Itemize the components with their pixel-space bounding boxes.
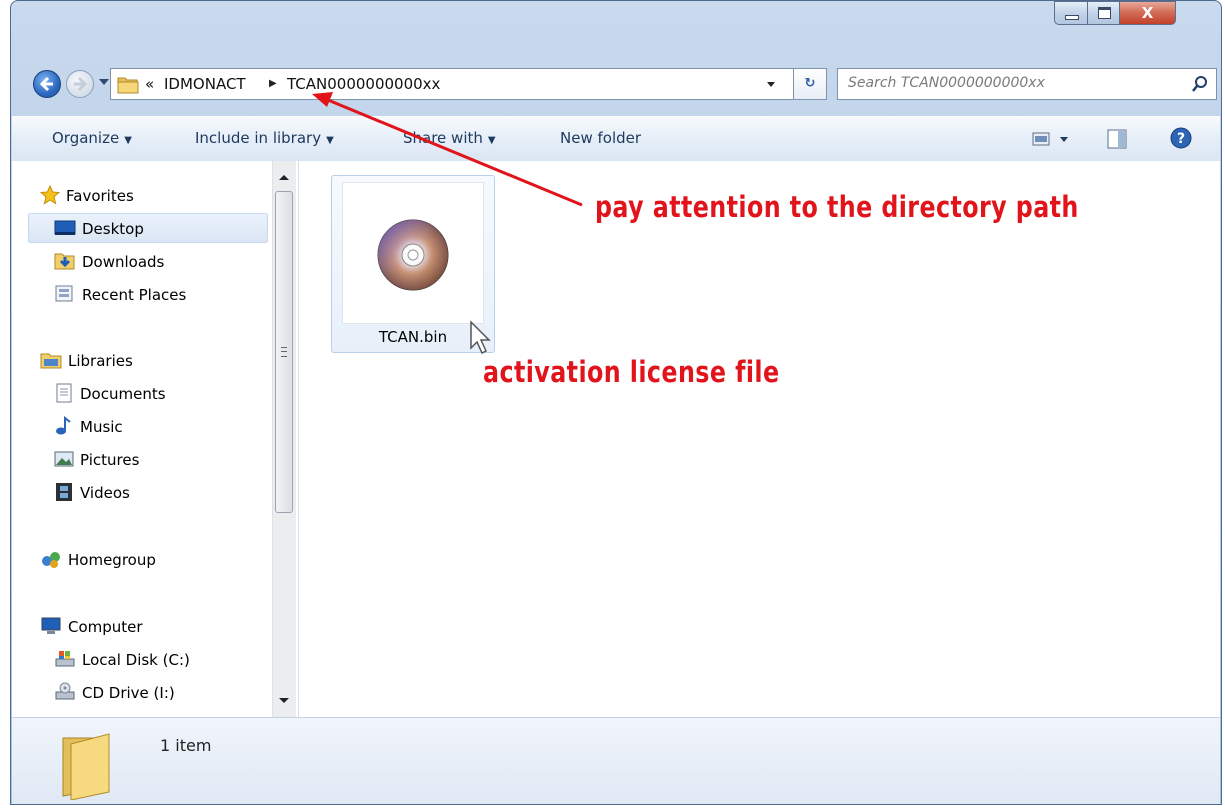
address-bar[interactable]: « IDMONACT ▶ TCAN0000000000xx <box>110 68 794 100</box>
nav-libraries-label: Libraries <box>68 352 133 370</box>
back-button[interactable] <box>33 70 61 98</box>
nav-computer-label: Computer <box>68 618 143 636</box>
search-placeholder: Search TCAN0000000000xx <box>848 75 1045 91</box>
nav-videos-label: Videos <box>80 484 130 502</box>
include-in-library-button[interactable]: Include in library ▼ <box>195 129 334 147</box>
nav-computer[interactable]: Computer <box>40 612 143 642</box>
nav-local-disk-label: Local Disk (C:) <box>82 651 190 669</box>
recent-pages-dropdown[interactable] <box>99 79 109 85</box>
breadcrumb-tcan[interactable]: TCAN0000000000xx <box>287 75 440 93</box>
nav-cd-drive-label: CD Drive (I:) <box>82 684 175 702</box>
mouse-cursor-icon <box>470 320 491 355</box>
breadcrumb-overflow[interactable]: « <box>145 75 154 93</box>
scroll-down-arrow-icon[interactable] <box>279 698 289 703</box>
disc-icon <box>377 219 449 291</box>
folder-icon <box>62 733 110 800</box>
nav-music-label: Music <box>80 418 123 436</box>
close-icon: X <box>1141 4 1154 22</box>
desktop-icon <box>54 220 76 235</box>
scroll-up-arrow-icon[interactable] <box>279 175 289 180</box>
star-icon <box>40 184 60 205</box>
chevron-down-icon: ▼ <box>487 135 496 146</box>
local-disk-icon <box>55 650 75 666</box>
downloads-folder-icon <box>54 253 75 269</box>
help-button[interactable]: ? <box>1170 127 1192 153</box>
annotation-file-note: activation license file <box>483 355 780 389</box>
organize-button[interactable]: Organize ▼ <box>52 129 132 147</box>
title-bar: X <box>11 1 1221 59</box>
close-button[interactable]: X <box>1119 1 1176 25</box>
nav-libraries[interactable]: Libraries <box>40 346 133 376</box>
nav-downloads-label: Downloads <box>82 253 165 271</box>
breadcrumb-idmonact[interactable]: IDMONACT <box>164 75 246 93</box>
preview-pane-icon <box>1107 129 1127 149</box>
nav-documents[interactable]: Documents <box>54 379 166 409</box>
details-pane: 1 item <box>12 717 1220 804</box>
nav-local-disk[interactable]: Local Disk (C:) <box>54 645 190 675</box>
search-icon[interactable] <box>1192 75 1208 93</box>
nav-favorites-label: Favorites <box>66 187 134 205</box>
documents-icon <box>56 383 72 402</box>
nav-music[interactable]: Music <box>54 412 123 442</box>
chevron-down-icon: ▼ <box>326 135 334 146</box>
new-folder-button[interactable]: New folder <box>560 129 641 147</box>
nav-desktop-label: Desktop <box>82 220 144 238</box>
nav-homegroup-label: Homegroup <box>68 551 156 569</box>
preview-pane-button[interactable] <box>1107 129 1127 153</box>
folder-icon <box>117 77 139 94</box>
nav-scrollbar[interactable] <box>272 161 296 717</box>
nav-homegroup[interactable]: Homegroup <box>40 545 156 575</box>
computer-icon <box>41 617 61 634</box>
include-in-library-label: Include in library <box>195 129 322 147</box>
nav-desktop[interactable]: Desktop <box>54 214 144 244</box>
help-icon: ? <box>1170 127 1192 149</box>
nav-recent-places[interactable]: Recent Places <box>54 280 186 310</box>
music-icon <box>56 415 71 434</box>
navigation-pane: Favorites Desktop Downloads Recent Place… <box>12 161 299 717</box>
address-history-dropdown[interactable] <box>767 82 775 87</box>
command-bar: Organize ▼ Include in library ▼ Share with… <box>12 116 1220 162</box>
nav-recent-places-label: Recent Places <box>82 286 187 304</box>
explorer-window: X « IDMONACT ▶ TCAN0000000000xx ↻ Search… <box>10 0 1222 805</box>
refresh-icon: ↻ <box>804 76 816 91</box>
forward-arrow-icon <box>74 76 88 92</box>
file-thumbnail <box>342 182 484 324</box>
nav-cd-drive[interactable]: CD Drive (I:) <box>54 678 175 708</box>
back-arrow-icon <box>39 76 53 92</box>
nav-pictures-label: Pictures <box>80 451 140 469</box>
minimize-button[interactable] <box>1054 1 1088 25</box>
scroll-thumb[interactable] <box>275 191 293 513</box>
svg-text:?: ? <box>1177 131 1185 147</box>
share-with-button[interactable]: Share with ▼ <box>403 129 496 147</box>
search-box[interactable]: Search TCAN0000000000xx <box>837 68 1217 100</box>
pictures-icon <box>54 451 74 466</box>
videos-icon <box>56 482 72 501</box>
cd-drive-icon <box>55 682 75 699</box>
file-list-pane[interactable]: TCAN.bin <box>299 161 1220 717</box>
refresh-button[interactable]: ↻ <box>793 68 827 100</box>
nav-favorites[interactable]: Favorites <box>40 181 134 211</box>
organize-label: Organize <box>52 129 120 147</box>
recent-places-icon <box>55 285 73 301</box>
nav-downloads[interactable]: Downloads <box>54 247 164 277</box>
annotation-path-note: pay attention to the directory path <box>595 190 1079 224</box>
item-count: 1 item <box>160 736 212 755</box>
libraries-icon <box>40 353 62 368</box>
chevron-down-icon: ▼ <box>124 135 132 146</box>
maximize-button[interactable] <box>1087 1 1120 25</box>
change-view-button[interactable] <box>1032 131 1072 151</box>
breadcrumb-separator[interactable]: ▶ <box>269 78 277 89</box>
view-icon <box>1032 132 1068 146</box>
share-with-label: Share with <box>403 129 483 147</box>
maximize-icon <box>1098 7 1111 19</box>
nav-videos[interactable]: Videos <box>54 478 130 508</box>
homegroup-icon <box>42 551 60 568</box>
nav-pictures[interactable]: Pictures <box>54 445 139 475</box>
forward-button[interactable] <box>66 70 94 98</box>
grip-icon <box>281 347 287 357</box>
minimize-icon <box>1065 15 1079 20</box>
nav-documents-label: Documents <box>80 385 166 403</box>
